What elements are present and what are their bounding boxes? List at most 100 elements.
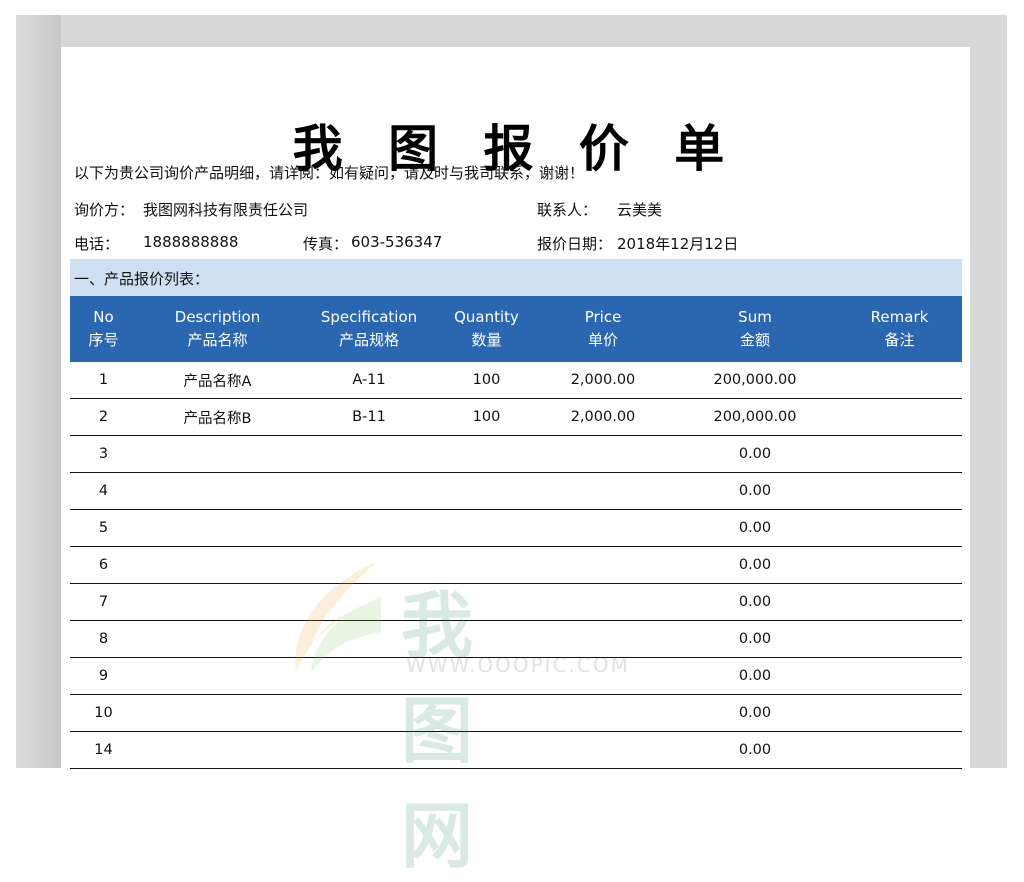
column-header-en: Remark: [870, 308, 929, 326]
cell-quantity: [440, 472, 533, 510]
cell-specification: [298, 694, 440, 732]
cell-sum: 0.00: [673, 435, 837, 473]
quote-sheet: 我 图 报 价 单 以下为贵公司询价产品明细，请详阅：如有疑问，请及时与我司联系…: [61, 47, 970, 878]
cell-specification: A-11: [298, 362, 440, 399]
cell-price: [533, 694, 673, 732]
column-header-en: Sum: [738, 308, 772, 326]
cell-specification: [298, 583, 440, 621]
column-header-en: Price: [584, 308, 622, 326]
cell-no: 6: [70, 546, 137, 584]
column-header-zh: 金额: [739, 331, 770, 349]
column-header-description: Description 产品名称: [137, 296, 298, 362]
table-row: 8 0.00: [70, 620, 962, 658]
cell-price: [533, 546, 673, 584]
cell-price: [533, 472, 673, 510]
cell-remark: [837, 620, 962, 658]
inquirer-label: 询价方：: [74, 201, 135, 219]
contact-value: 云美美: [617, 201, 663, 219]
table-header-row: No 序号 Description 产品名称 Specification 产品规格 Quan…: [70, 296, 962, 362]
cell-remark: [837, 362, 962, 399]
cell-price: [533, 435, 673, 473]
cell-quantity: 100: [440, 398, 533, 436]
table-body: 1 产品名称A A-11 100 2,000.00 200,000.00 2 产品名称B B-1…: [70, 362, 962, 769]
cell-price: [533, 583, 673, 621]
cell-specification: [298, 620, 440, 658]
cell-no: 4: [70, 472, 137, 510]
column-header-en: No: [93, 308, 114, 326]
cell-no: 1: [70, 362, 137, 399]
column-header-en: Quantity: [454, 308, 519, 326]
column-header-zh: 序号: [88, 331, 119, 349]
cell-remark: [837, 731, 962, 769]
cell-specification: B-11: [298, 398, 440, 436]
cell-quantity: [440, 509, 533, 547]
table-row: 1 产品名称A A-11 100 2,000.00 200,000.00: [70, 362, 962, 399]
cell-remark: [837, 435, 962, 473]
cell-specification: [298, 472, 440, 510]
cell-description: [137, 657, 298, 695]
cell-price: 2,000.00: [533, 362, 673, 399]
column-header-remark: Remark 备注: [837, 296, 962, 362]
cell-sum: 0.00: [673, 620, 837, 658]
cell-remark: [837, 657, 962, 695]
table-row: 4 0.00: [70, 472, 962, 510]
cell-sum: 0.00: [673, 472, 837, 510]
date-value: 2018年12月12日: [617, 235, 739, 253]
column-header-zh: 数量: [471, 331, 502, 349]
cell-quantity: [440, 657, 533, 695]
cell-sum: 0.00: [673, 694, 837, 732]
cell-remark: [837, 472, 962, 510]
cell-quantity: 100: [440, 362, 533, 399]
cell-remark: [837, 509, 962, 547]
cell-quantity: [440, 731, 533, 769]
column-header-quantity: Quantity 数量: [440, 296, 533, 362]
table-row: 9 0.00: [70, 657, 962, 695]
cell-no: 10: [70, 694, 137, 732]
cell-specification: [298, 509, 440, 547]
cell-no: 9: [70, 657, 137, 695]
cell-description: 产品名称A: [137, 362, 298, 399]
cell-no: 5: [70, 509, 137, 547]
phone-value: 1888888888: [143, 233, 239, 251]
cell-sum: 0.00: [673, 546, 837, 584]
table-row: 2 产品名称B B-11 100 2,000.00 200,000.00: [70, 398, 962, 436]
column-header-zh: 产品规格: [338, 331, 399, 349]
cell-description: [137, 435, 298, 473]
cell-quantity: [440, 546, 533, 584]
table-row: 7 0.00: [70, 583, 962, 621]
cell-price: [533, 509, 673, 547]
cell-specification: [298, 657, 440, 695]
cell-description: [137, 731, 298, 769]
frame-shadow: [16, 15, 61, 768]
cell-price: [533, 731, 673, 769]
section-title: 一、产品报价列表：: [74, 270, 210, 288]
column-header-zh: 备注: [884, 331, 915, 349]
table-row: 3 0.00: [70, 435, 962, 473]
cell-no: 7: [70, 583, 137, 621]
cell-no: 2: [70, 398, 137, 436]
cell-sum: 200,000.00: [673, 398, 837, 436]
cell-description: [137, 546, 298, 584]
cell-price: [533, 620, 673, 658]
column-header-price: Price 单价: [533, 296, 673, 362]
cell-sum: 200,000.00: [673, 362, 837, 399]
table-row: 14 0.00: [70, 731, 962, 769]
cell-specification: [298, 435, 440, 473]
cell-quantity: [440, 435, 533, 473]
contact-label: 联系人：: [537, 201, 598, 219]
cell-description: [137, 620, 298, 658]
column-header-zh: 产品名称: [187, 331, 248, 349]
cell-remark: [837, 398, 962, 436]
table-row: 5 0.00: [70, 509, 962, 547]
cell-specification: [298, 731, 440, 769]
column-header-zh: 单价: [587, 331, 618, 349]
cell-quantity: [440, 694, 533, 732]
cell-no: 14: [70, 731, 137, 769]
cell-description: [137, 472, 298, 510]
phone-label: 电话：: [74, 235, 120, 253]
cell-sum: 0.00: [673, 509, 837, 547]
cell-remark: [837, 583, 962, 621]
inquirer-value: 我图网科技有限责任公司: [143, 201, 309, 219]
cell-price: [533, 657, 673, 695]
cell-description: [137, 694, 298, 732]
